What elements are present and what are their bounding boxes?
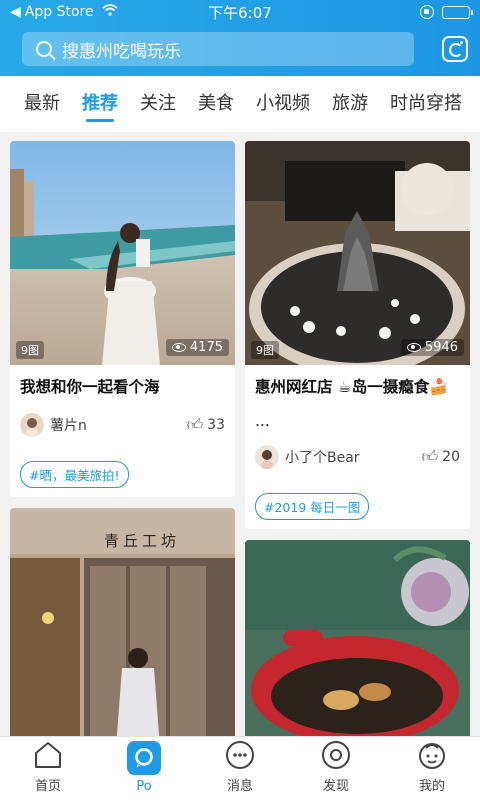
post-title[interactable]: 惠州网红店 ☕岛一摄瘾食🍰 bbox=[255, 375, 460, 399]
tab-food[interactable]: 美食 bbox=[198, 76, 234, 132]
like-count: 33 bbox=[207, 417, 225, 433]
like-button[interactable]: 👍︎ 20 bbox=[421, 447, 460, 467]
post-card[interactable]: 9图 5946 惠州网红店 ☕岛一摄瘾食🍰 ... 小了个Bear 👍︎ 20 … bbox=[245, 141, 470, 529]
wifi-icon bbox=[102, 4, 118, 20]
post-feed: 9图 4175 我想和你一起看个海 薯片n 👍︎ 33 #晒，最美旅拍! 9图 … bbox=[0, 132, 480, 736]
back-to-app-store[interactable]: App Store bbox=[25, 4, 94, 20]
view-count: 4175 bbox=[189, 340, 223, 355]
search-input[interactable]: 搜惠州吃喝玩乐 bbox=[22, 32, 414, 66]
author-name[interactable]: 薯片n bbox=[50, 415, 87, 435]
category-tabs: 最新 推荐 关注 美食 小视频 旅游 时尚穿搭 bbox=[0, 76, 480, 132]
shop-sign-text: 青丘工坊 bbox=[104, 532, 181, 550]
eye-icon bbox=[406, 343, 421, 352]
bottom-nav: 首页 Po 消息 发现 我的 bbox=[0, 736, 480, 800]
search-placeholder: 搜惠州吃喝玩乐 bbox=[62, 41, 181, 62]
post-image-dessert[interactable] bbox=[245, 141, 470, 365]
message-icon bbox=[226, 741, 254, 769]
post-author[interactable]: 薯片n 👍︎ 33 bbox=[20, 413, 225, 437]
post-author[interactable]: 小了个Bear 👍︎ 20 bbox=[255, 445, 460, 469]
nav-profile-label: 我的 bbox=[418, 779, 445, 794]
post-card[interactable]: 9图 4175 我想和你一起看个海 薯片n 👍︎ 33 #晒，最美旅拍! bbox=[10, 141, 235, 497]
back-arrow-icon[interactable]: ◀ bbox=[10, 4, 21, 20]
avatar[interactable] bbox=[255, 445, 279, 469]
view-count: 5946 bbox=[424, 340, 458, 355]
nav-discover[interactable]: 发现 bbox=[288, 737, 384, 800]
post-card[interactable]: 青丘工坊 bbox=[10, 508, 235, 736]
nav-po-label: Po bbox=[136, 779, 152, 794]
post-title-ellipsis: ... bbox=[255, 412, 270, 430]
search-icon bbox=[36, 41, 52, 57]
view-count-badge: 5946 bbox=[400, 339, 464, 356]
eye-icon bbox=[171, 343, 186, 352]
like-button[interactable]: 👍︎ 33 bbox=[186, 415, 225, 435]
post-card[interactable] bbox=[245, 540, 470, 736]
author-name[interactable]: 小了个Bear bbox=[285, 447, 360, 467]
nav-profile[interactable]: 我的 bbox=[384, 737, 480, 800]
post-image-beach[interactable] bbox=[10, 141, 235, 365]
nav-home[interactable]: 首页 bbox=[0, 737, 96, 800]
post-title[interactable]: 我想和你一起看个海 bbox=[20, 375, 225, 399]
nav-messages[interactable]: 消息 bbox=[192, 737, 288, 800]
status-bar: ◀ App Store 下午6:07 bbox=[0, 0, 480, 24]
thumbs-up-icon: 👍︎ bbox=[186, 415, 204, 434]
tab-following[interactable]: 关注 bbox=[140, 76, 176, 132]
nav-po[interactable]: Po bbox=[96, 737, 192, 800]
nav-messages-label: 消息 bbox=[226, 779, 253, 794]
nav-home-label: 首页 bbox=[34, 779, 61, 794]
thumbs-up-icon: 👍︎ bbox=[421, 447, 439, 466]
tab-short-video[interactable]: 小视频 bbox=[256, 76, 310, 132]
avatar[interactable] bbox=[20, 413, 44, 437]
orientation-lock-icon bbox=[420, 5, 434, 19]
image-count-badge: 9图 bbox=[251, 341, 279, 359]
publish-camera-button[interactable] bbox=[442, 36, 468, 62]
nav-discover-label: 发现 bbox=[322, 779, 349, 794]
tab-fashion[interactable]: 时尚穿搭 bbox=[390, 76, 462, 132]
tab-recommended[interactable]: 推荐 bbox=[82, 76, 118, 132]
topic-tag[interactable]: #2019 每日一图 bbox=[255, 493, 370, 520]
tab-travel[interactable]: 旅游 bbox=[332, 76, 368, 132]
profile-icon bbox=[419, 743, 445, 769]
view-count-badge: 4175 bbox=[165, 339, 229, 356]
image-count-badge: 9图 bbox=[16, 341, 44, 359]
battery-icon bbox=[442, 5, 473, 19]
like-count: 20 bbox=[442, 449, 460, 465]
po-icon bbox=[127, 741, 161, 775]
post-image-food[interactable] bbox=[245, 540, 470, 736]
tab-latest[interactable]: 最新 bbox=[24, 76, 60, 132]
home-icon bbox=[35, 742, 61, 768]
topic-tag[interactable]: #晒，最美旅拍! bbox=[20, 461, 129, 488]
discover-icon bbox=[322, 741, 350, 769]
app-header: ◀ App Store 下午6:07 搜惠州吃喝玩乐 bbox=[0, 0, 480, 76]
